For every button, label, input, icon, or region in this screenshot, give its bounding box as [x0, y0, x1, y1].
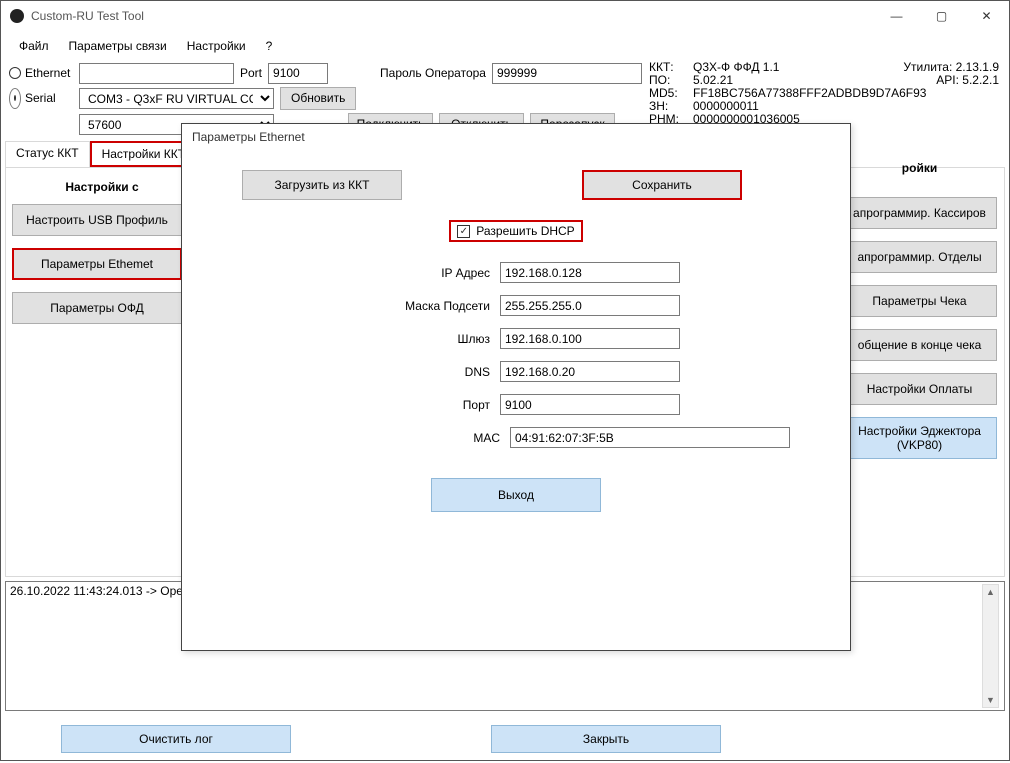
menubar: Файл Параметры связи Настройки ? — [1, 31, 1009, 61]
ip-label: IP Адрес — [350, 266, 490, 280]
menu-settings[interactable]: Настройки — [179, 35, 254, 57]
dns-input[interactable] — [500, 361, 680, 382]
mac-input[interactable] — [510, 427, 790, 448]
close-log-button[interactable]: Закрыть — [491, 725, 721, 753]
com-select[interactable]: COM3 - Q3xF RU VIRTUAL COM ( — [79, 88, 274, 109]
ofd-params-button[interactable]: Параметры ОФД — [12, 292, 182, 324]
refresh-button[interactable]: Обновить — [280, 87, 356, 110]
maximize-button[interactable]: ▢ — [919, 1, 964, 31]
menu-file[interactable]: Файл — [11, 35, 57, 57]
cashiers-button[interactable]: апрограммир. Кассиров — [842, 197, 997, 229]
mask-input[interactable] — [500, 295, 680, 316]
port-input-dlg[interactable] — [500, 394, 680, 415]
clear-log-button[interactable]: Очистить лог — [61, 725, 291, 753]
dialog-title: Параметры Ethernet — [182, 124, 850, 150]
radio-ethernet[interactable]: Ethernet — [9, 66, 73, 80]
end-msg-button[interactable]: общение в конце чека — [842, 329, 997, 361]
log-line: 26.10.2022 11:43:24.013 -> Open Co — [10, 584, 208, 598]
ethernet-dialog: Параметры Ethernet Загрузить из ККТ Сохр… — [181, 123, 851, 651]
payment-settings-button[interactable]: Настройки Оплаты — [842, 373, 997, 405]
save-button[interactable]: Сохранить — [582, 170, 742, 200]
menu-conn[interactable]: Параметры связи — [61, 35, 175, 57]
ethernet-params-button[interactable]: Параметры Ethemet — [12, 248, 182, 280]
port-input[interactable] — [268, 63, 328, 84]
load-from-kkt-button[interactable]: Загрузить из ККТ — [242, 170, 402, 200]
receipt-params-button[interactable]: Параметры Чека — [842, 285, 997, 317]
titlebar: Custom-RU Test Tool — ▢ ✕ — [1, 1, 1009, 31]
mac-label: MAC — [360, 431, 500, 445]
ejector-settings-button[interactable]: Настройки Эджектора (VKP80) — [842, 417, 997, 459]
tab-status[interactable]: Статус ККТ — [5, 141, 90, 167]
version-info: Утилита: 2.13.1.9 API: 5.2.2.1 — [903, 61, 999, 87]
log-scrollbar[interactable]: ▲ ▼ — [982, 584, 999, 708]
port-label-dlg: Порт — [350, 398, 490, 412]
scroll-down-icon[interactable]: ▼ — [986, 693, 995, 707]
right-column: ройки апрограммир. Кассиров апрограммир.… — [842, 161, 997, 459]
gateway-input[interactable] — [500, 328, 680, 349]
check-icon: ✓ — [457, 225, 470, 238]
dns-label: DNS — [350, 365, 490, 379]
app-icon — [9, 8, 25, 24]
ip-input[interactable] — [500, 262, 680, 283]
operator-pw-label: Пароль Оператора — [380, 66, 486, 80]
mask-label: Маска Подсети — [350, 299, 490, 313]
scroll-up-icon[interactable]: ▲ — [986, 585, 995, 599]
footer: Очистить лог Закрыть — [1, 715, 1009, 763]
gw-label: Шлюз — [350, 332, 490, 346]
left-header: Настройки с — [12, 174, 192, 204]
menu-help[interactable]: ? — [258, 35, 281, 57]
depts-button[interactable]: апрограммир. Отделы — [842, 241, 997, 273]
minimize-button[interactable]: — — [874, 1, 919, 31]
close-button[interactable]: ✕ — [964, 1, 1009, 31]
dhcp-checkbox[interactable]: ✓ Разрешить DHCP — [449, 220, 582, 242]
usb-profile-button[interactable]: Настроить USB Профиль — [12, 204, 182, 236]
radio-serial[interactable]: Serial — [9, 88, 73, 109]
right-header: ройки — [842, 161, 997, 185]
window-title: Custom-RU Test Tool — [31, 9, 874, 23]
ethernet-host-input[interactable] — [79, 63, 234, 84]
operator-pw-input[interactable] — [492, 63, 642, 84]
port-label: Port — [240, 66, 262, 80]
exit-button[interactable]: Выход — [431, 478, 601, 512]
